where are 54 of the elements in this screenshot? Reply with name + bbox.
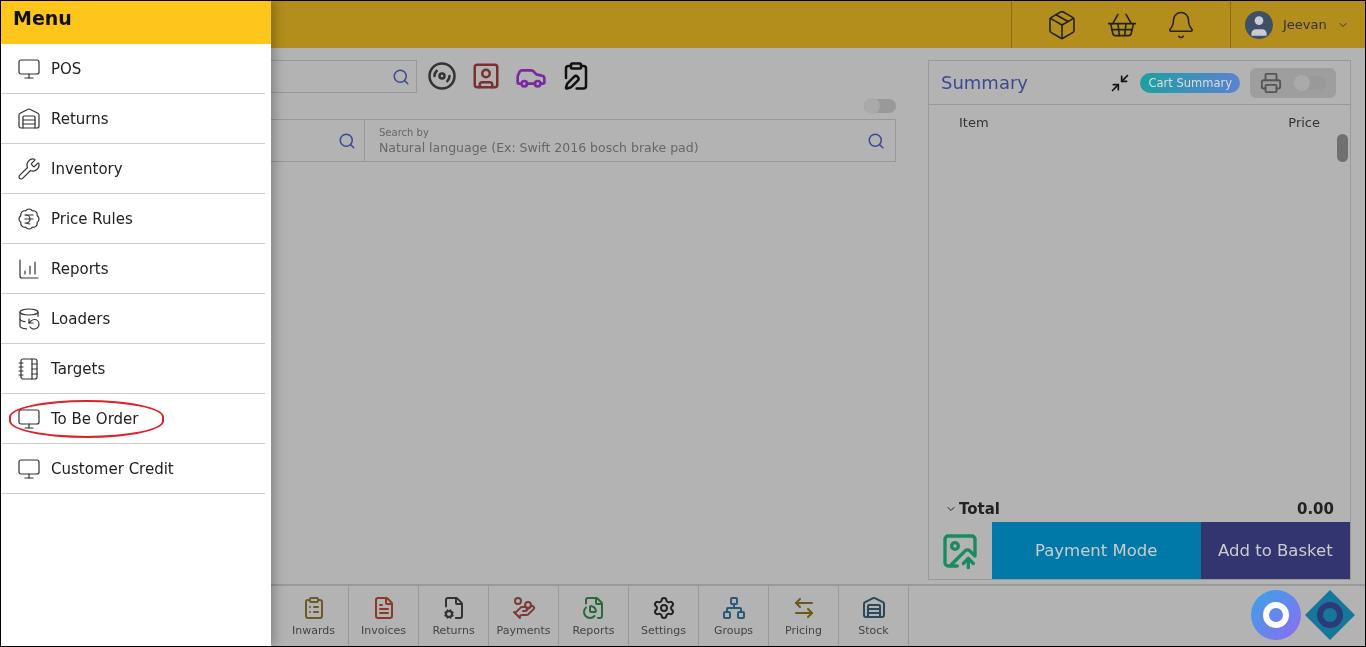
- toolbar-button[interactable]: Returns: [419, 586, 489, 646]
- warehouse-icon: [17, 106, 41, 131]
- print-toggle-box[interactable]: [1250, 67, 1336, 98]
- toolbar-button[interactable]: Invoices: [349, 586, 419, 646]
- search-icon[interactable]: [392, 67, 410, 86]
- monitor-icon: [17, 406, 41, 431]
- menu-item[interactable]: Inventory: [9, 149, 149, 188]
- assistant-circle-button[interactable]: [1251, 590, 1301, 640]
- toolbar-button[interactable]: Settings: [629, 586, 699, 646]
- menu-item[interactable]: Customer Credit: [9, 449, 200, 488]
- column-header: Item: [959, 115, 989, 130]
- menu-item[interactable]: Reports: [9, 249, 135, 288]
- column-header: Price: [1288, 115, 1320, 130]
- document-chart-icon: [581, 595, 606, 620]
- toolbar-button[interactable]: Pricing: [769, 586, 839, 646]
- settings-icon: [651, 595, 676, 620]
- toolbar-button[interactable]: Groups: [699, 586, 769, 646]
- total-text: Total: [959, 500, 1000, 518]
- total-value: 0.00: [1297, 500, 1334, 518]
- notebook-icon: [17, 356, 41, 381]
- toggle-switch[interactable]: [864, 99, 896, 113]
- hand-coin-icon: [511, 595, 536, 620]
- monitor-icon: [17, 56, 41, 81]
- menu-title: Menu: [1, 1, 271, 44]
- bell-icon[interactable]: [1166, 9, 1196, 40]
- menu-item[interactable]: Loaders: [9, 299, 137, 338]
- warehouse-icon: [861, 595, 886, 620]
- user-name[interactable]: Jeevan: [1283, 17, 1327, 32]
- printer-icon[interactable]: [1260, 71, 1282, 94]
- wrench-icon: [17, 156, 41, 181]
- toolbar-button[interactable]: Inwards: [279, 586, 349, 646]
- avatar[interactable]: [1245, 10, 1273, 39]
- menu-item[interactable]: Price Rules: [9, 199, 159, 238]
- brake-disc-icon[interactable]: [427, 60, 457, 91]
- search-field[interactable]: [271, 60, 417, 93]
- toolbar-button[interactable]: Reports: [559, 586, 629, 646]
- payment-mode-button[interactable]: Payment Mode: [991, 522, 1201, 579]
- document-gear-icon: [441, 595, 466, 620]
- menu-item[interactable]: To Be Order: [9, 399, 165, 438]
- package-icon[interactable]: [1046, 8, 1078, 41]
- collapse-icon[interactable]: [1110, 72, 1131, 93]
- database-icon: [17, 306, 41, 331]
- network-icon: [721, 595, 746, 620]
- toolbar-button[interactable]: Stock: [839, 586, 909, 646]
- add-to-basket-button[interactable]: Add to Basket: [1200, 522, 1350, 579]
- menu-item[interactable]: Targets: [9, 349, 132, 388]
- rupee-badge-icon: [17, 206, 41, 231]
- cart-summary-badge[interactable]: Cart Summary: [1140, 72, 1240, 93]
- toolbar-button[interactable]: Payments: [489, 586, 559, 646]
- monitor-icon: [17, 456, 41, 481]
- scrollbar-thumb[interactable]: [1337, 134, 1348, 162]
- menu-item[interactable]: Returns: [9, 99, 135, 138]
- menu-item[interactable]: POS: [9, 49, 108, 88]
- summary-title: Summary: [941, 72, 1029, 93]
